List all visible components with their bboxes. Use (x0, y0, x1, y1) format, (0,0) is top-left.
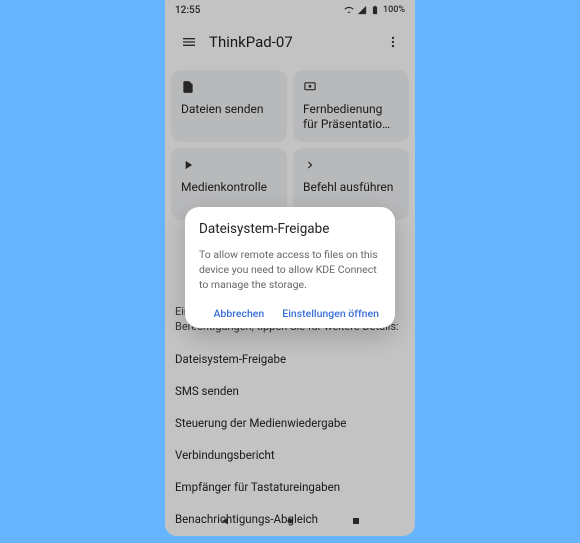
phone-frame: 12:55 100% ThinkPad-07 Dateien senden Fe… (165, 0, 415, 536)
permission-dialog: Dateisystem-Freigabe To allow remote acc… (185, 207, 395, 328)
dialog-actions: Abbrechen Einstellungen öffnen (199, 307, 381, 320)
dialog-body: To allow remote access to files on this … (199, 247, 381, 293)
cancel-button[interactable]: Abbrechen (213, 307, 264, 320)
open-settings-button[interactable]: Einstellungen öffnen (282, 307, 379, 320)
dialog-title: Dateisystem-Freigabe (199, 221, 381, 237)
